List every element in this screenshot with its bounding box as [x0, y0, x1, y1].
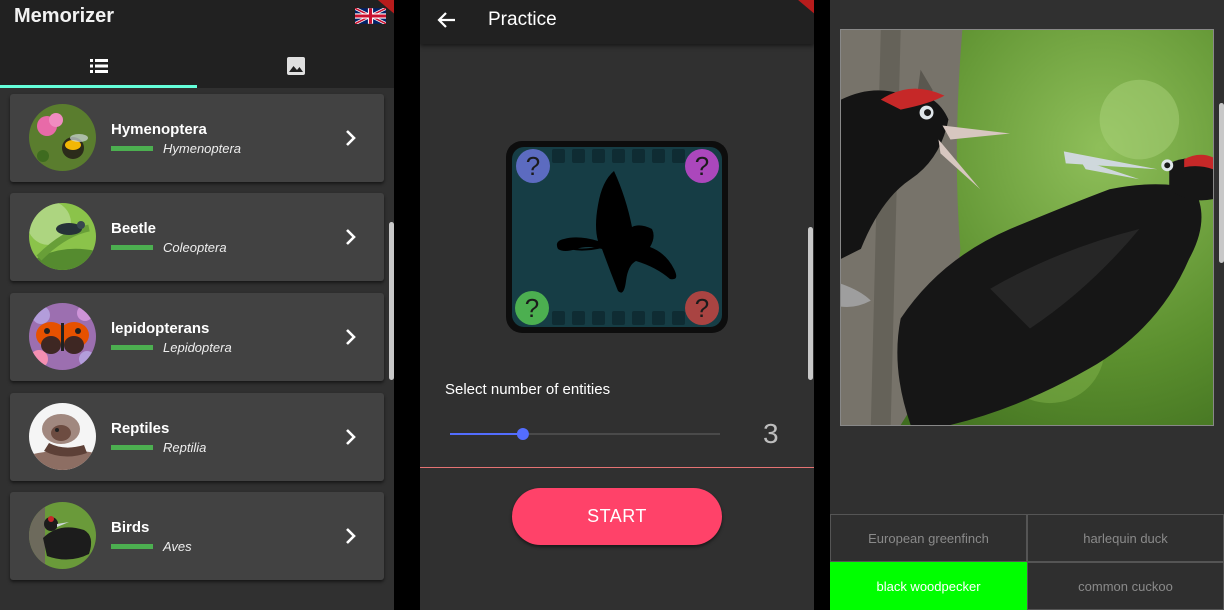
app-bar: Memorizer — [0, 0, 394, 88]
chevron-right-icon — [346, 229, 356, 245]
app-bar: Practice — [420, 0, 814, 44]
category-scientific-name: Hymenoptera — [163, 141, 242, 156]
divider — [420, 467, 814, 468]
scrollbar[interactable] — [808, 227, 813, 380]
avatar — [29, 403, 96, 470]
svg-text:?: ? — [695, 293, 709, 323]
category-name: Reptiles — [111, 420, 170, 437]
chevron-right-icon — [346, 130, 356, 146]
avatar — [29, 502, 96, 569]
answer-button[interactable]: European greenfinch — [830, 514, 1027, 562]
tab-list[interactable] — [0, 44, 197, 88]
scrollbar[interactable] — [389, 222, 394, 380]
select-count-label: Select number of entities — [445, 381, 611, 398]
image-icon — [286, 57, 305, 75]
chevron-right-icon — [346, 429, 356, 445]
categories-screen: Memorizer Hymenoptera Hymenoptera Beetle… — [0, 0, 394, 610]
category-scientific-name: Coleoptera — [163, 240, 227, 255]
answer-button[interactable]: harlequin duck — [1027, 514, 1224, 562]
debug-ribbon — [795, 0, 814, 18]
chevron-right-icon — [346, 329, 356, 345]
scrollbar[interactable] — [1219, 103, 1224, 263]
avatar — [29, 203, 96, 270]
avatar — [29, 104, 96, 171]
list-item[interactable]: lepidopterans Lepidoptera — [10, 293, 384, 381]
category-name: lepidopterans — [111, 320, 210, 337]
list-icon — [89, 59, 108, 73]
answer-button[interactable]: common cuckoo — [1027, 562, 1224, 610]
practice-screen: Practice ?? ?? Select number of entities — [420, 0, 814, 610]
quiz-screen: European greenfinch harlequin duck black… — [830, 0, 1224, 610]
chevron-right-icon — [346, 528, 356, 544]
quiz-photo — [840, 29, 1214, 426]
svg-text:?: ? — [526, 151, 540, 181]
app-title: Memorizer — [14, 5, 115, 27]
progress-bar — [111, 245, 153, 250]
uk-flag-icon[interactable] — [355, 8, 386, 24]
list-item[interactable]: Birds Aves — [10, 492, 384, 580]
category-name: Birds — [111, 519, 150, 536]
slider-value: 3 — [763, 418, 779, 449]
svg-text:?: ? — [525, 293, 539, 323]
list-item[interactable]: Hymenoptera Hymenoptera — [10, 94, 384, 182]
progress-bar — [111, 445, 153, 450]
category-name: Hymenoptera — [111, 121, 207, 138]
progress-bar — [111, 345, 153, 350]
start-button[interactable]: START — [512, 488, 722, 545]
list-item[interactable]: Beetle Coleoptera — [10, 193, 384, 281]
page-title: Practice — [488, 9, 557, 30]
answer-button-correct[interactable]: black woodpecker — [830, 562, 1027, 610]
progress-bar — [111, 146, 153, 151]
list-item[interactable]: Reptiles Reptilia — [10, 393, 384, 481]
entities-slider[interactable] — [450, 424, 720, 444]
film-frame-illustration: ?? ?? — [506, 141, 728, 333]
progress-bar — [111, 544, 153, 549]
tab-indicator — [0, 85, 197, 88]
category-name: Beetle — [111, 220, 157, 237]
svg-text:?: ? — [695, 151, 709, 181]
avatar — [29, 303, 96, 370]
tab-images[interactable] — [197, 44, 394, 88]
back-arrow-icon[interactable] — [437, 10, 457, 30]
category-scientific-name: Lepidoptera — [163, 340, 232, 355]
category-scientific-name: Aves — [163, 539, 192, 554]
category-scientific-name: Reptilia — [163, 440, 207, 455]
